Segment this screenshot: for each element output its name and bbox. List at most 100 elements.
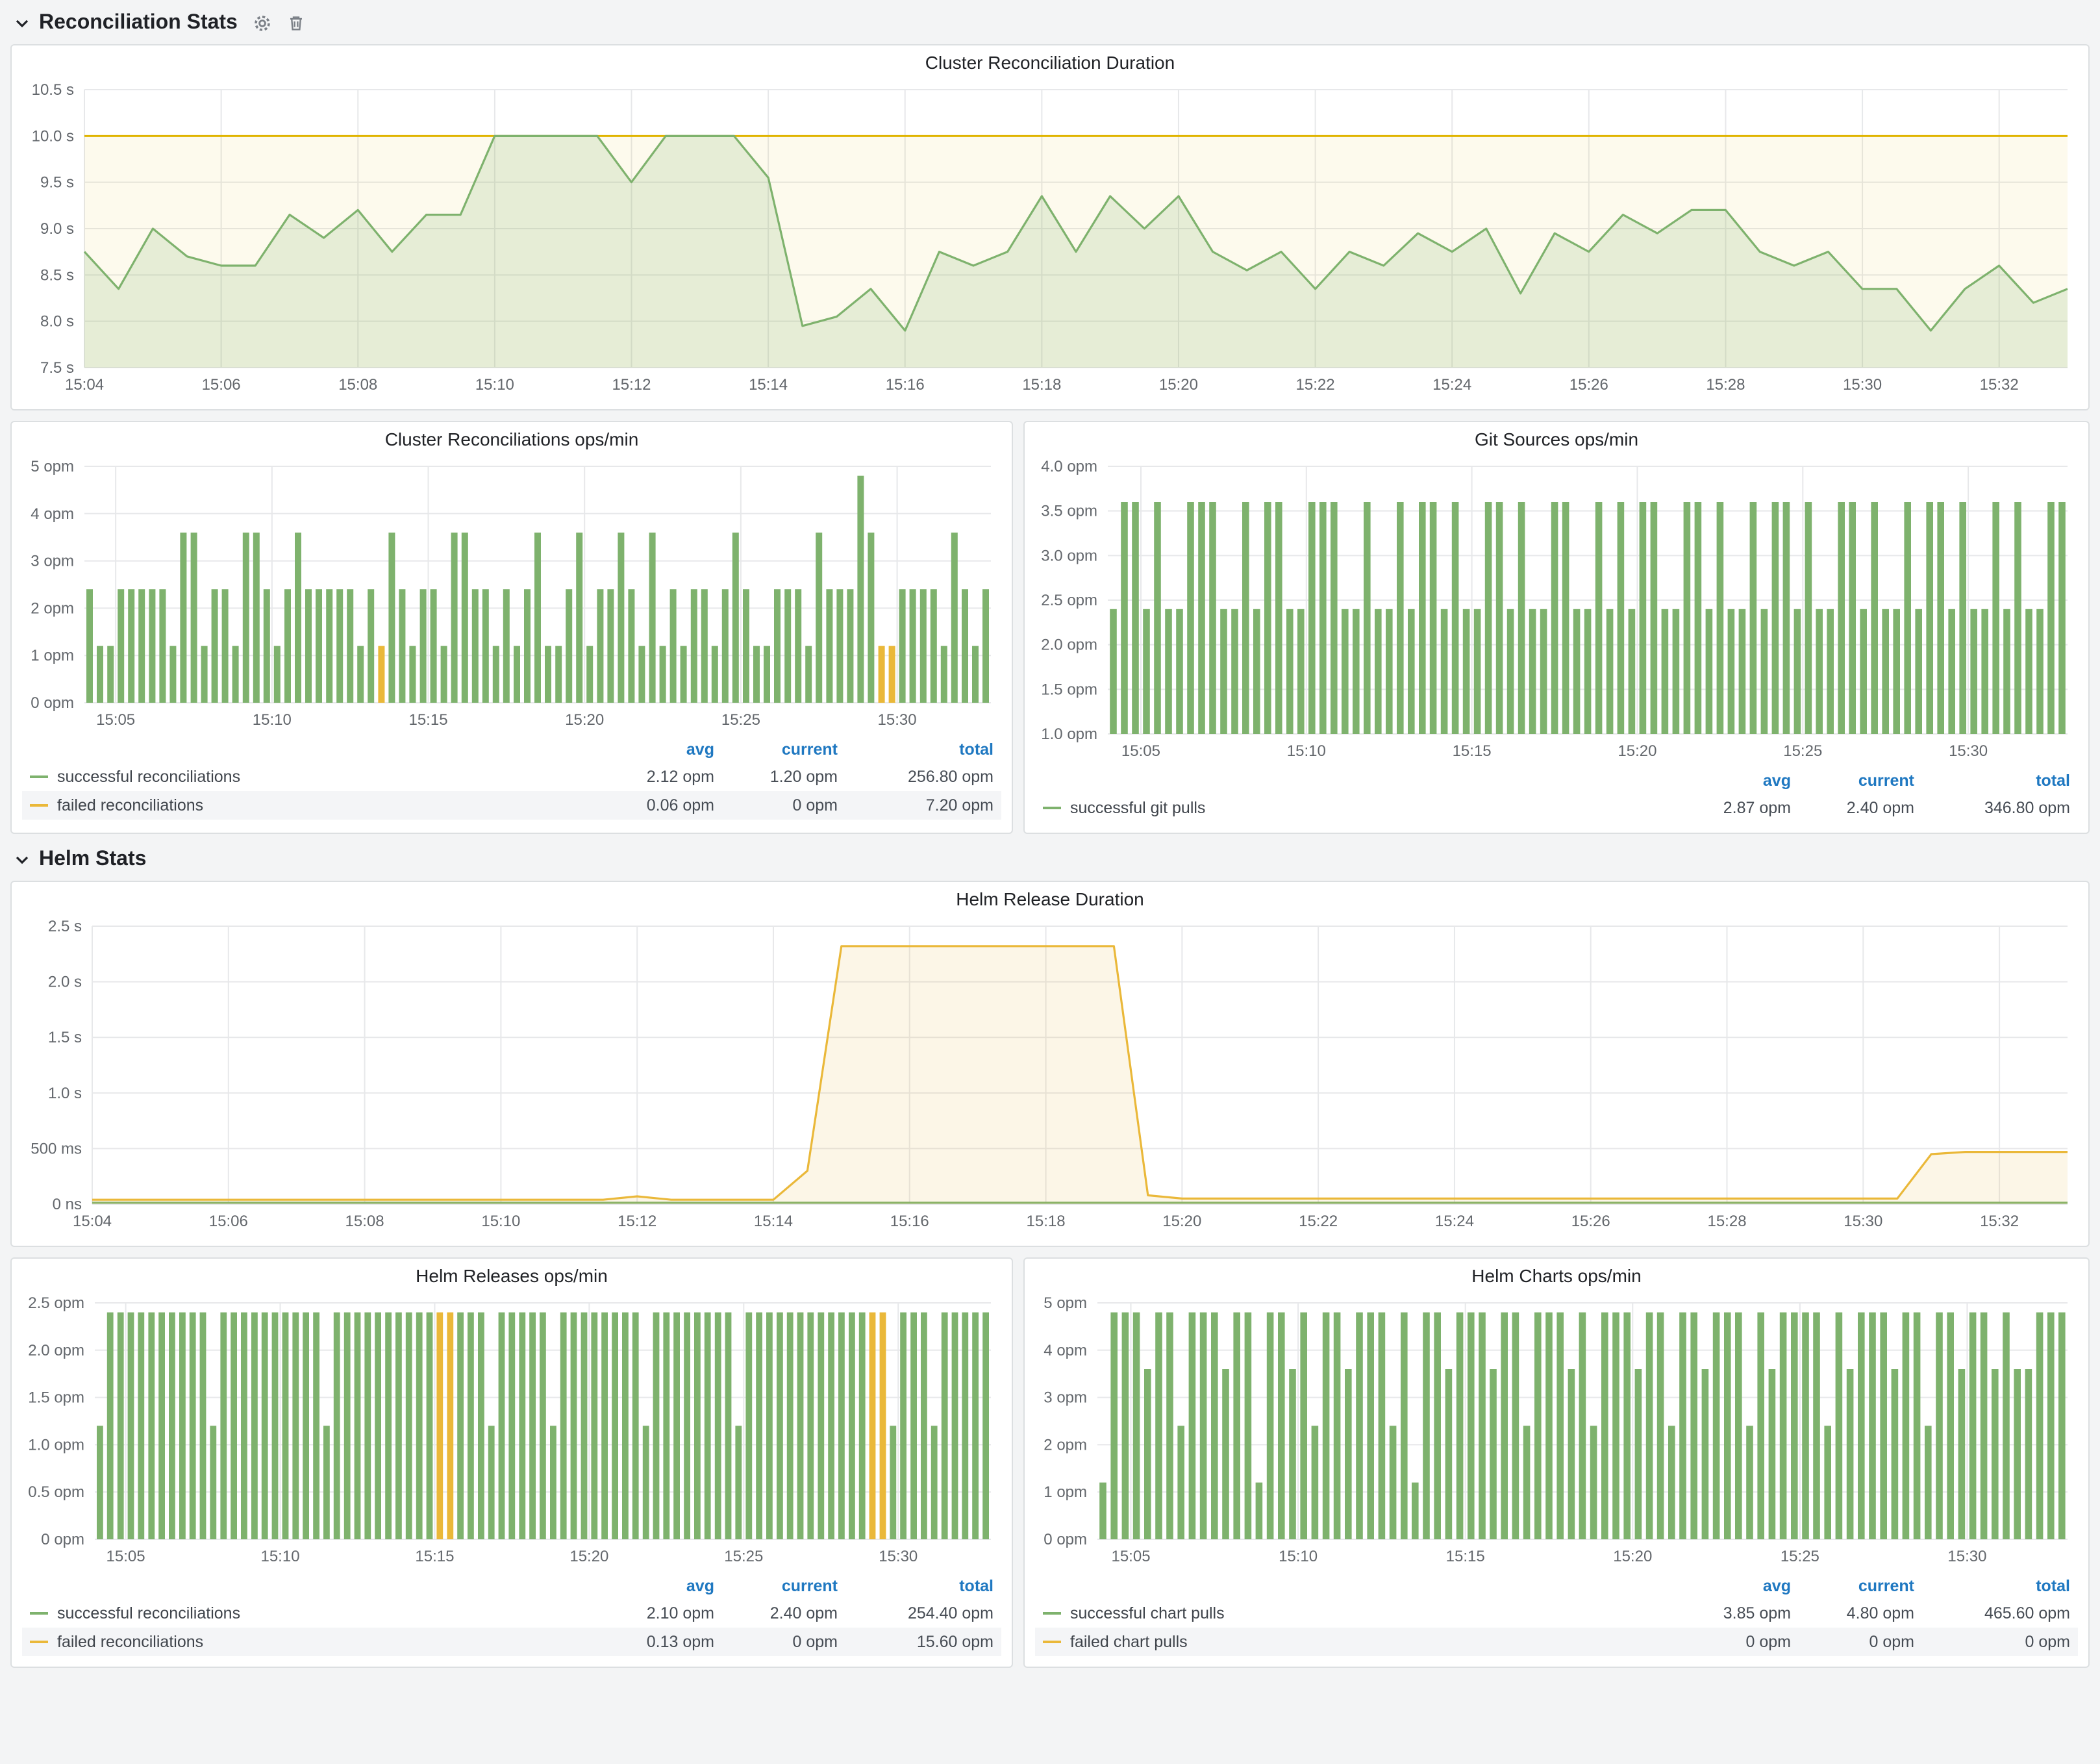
series-color-icon — [1043, 1641, 1061, 1643]
svg-text:4.0 opm: 4.0 opm — [1041, 458, 1097, 475]
svg-text:15:14: 15:14 — [749, 376, 788, 394]
svg-text:15:15: 15:15 — [1453, 742, 1492, 760]
legend-header-current[interactable]: current — [714, 1577, 838, 1595]
svg-text:1.5 opm: 1.5 opm — [28, 1389, 84, 1407]
legend-series-label: successful git pulls — [1070, 799, 1205, 817]
svg-text:2.5 opm: 2.5 opm — [28, 1294, 84, 1312]
svg-text:15:08: 15:08 — [338, 376, 377, 394]
svg-text:9.5 s: 9.5 s — [40, 174, 74, 192]
legend-current-value: 4.80 opm — [1791, 1604, 1914, 1622]
svg-text:15:26: 15:26 — [1571, 1213, 1610, 1230]
legend-total-value: 346.80 opm — [1914, 799, 2070, 817]
row-title[interactable]: Reconciliation Stats — [39, 12, 238, 35]
series-color-icon — [30, 1641, 48, 1643]
svg-text:15:25: 15:25 — [1781, 1548, 1819, 1565]
svg-text:15:16: 15:16 — [890, 1213, 929, 1230]
legend-row-failed-reconciliations: failed reconciliations 0.13 opm 0 opm 15… — [22, 1628, 1001, 1656]
panel-title-git-sources-ops[interactable]: Git Sources ops/min — [1035, 422, 2078, 456]
trash-icon — [287, 14, 305, 32]
svg-text:0 ns: 0 ns — [53, 1196, 82, 1213]
svg-text:15:30: 15:30 — [878, 711, 917, 729]
legend-header-current[interactable]: current — [714, 740, 838, 759]
legend-header-avg[interactable]: avg — [578, 740, 714, 759]
legend-header-avg[interactable]: avg — [1655, 772, 1791, 790]
legend-header-current[interactable]: current — [1791, 1577, 1914, 1595]
legend-header-total[interactable]: total — [838, 740, 994, 759]
legend-header-total[interactable]: total — [1914, 1577, 2070, 1595]
svg-text:15:30: 15:30 — [1844, 1213, 1882, 1230]
svg-text:15:04: 15:04 — [65, 376, 104, 394]
panel-title-helm-charts-ops[interactable]: Helm Charts ops/min — [1035, 1259, 2078, 1292]
legend-current-value: 2.40 opm — [1791, 799, 1914, 817]
svg-text:1 opm: 1 opm — [1044, 1483, 1087, 1501]
svg-text:15:10: 15:10 — [1279, 1548, 1318, 1565]
legend-series-toggle[interactable]: successful reconciliations — [30, 768, 578, 786]
legend-current-value: 0 opm — [714, 796, 838, 814]
grafana-dashboard: Reconciliation Stats Cluster Reconciliat… — [0, 0, 2100, 1764]
legend-header-avg[interactable]: avg — [1655, 1577, 1791, 1595]
chevron-down-icon — [13, 851, 31, 869]
git-sources-ops-chart[interactable]: 1.0 opm1.5 opm2.0 opm2.5 opm3.0 opm3.5 o… — [1035, 456, 2078, 765]
svg-text:8.0 s: 8.0 s — [40, 313, 74, 331]
legend-header-current[interactable]: current — [1791, 772, 1914, 790]
svg-text:15:20: 15:20 — [1618, 742, 1656, 760]
svg-text:15:30: 15:30 — [1947, 1548, 1986, 1565]
cluster-reconciliations-ops-chart[interactable]: 0 opm1 opm2 opm3 opm4 opm5 opm15:0515:10… — [22, 456, 1001, 734]
svg-text:2.0 s: 2.0 s — [48, 974, 82, 991]
helm-charts-ops-chart[interactable]: 0 opm1 opm2 opm3 opm4 opm5 opm15:0515:10… — [1035, 1292, 2078, 1570]
svg-text:4 opm: 4 opm — [1044, 1342, 1087, 1359]
svg-text:15:32: 15:32 — [1980, 1213, 2019, 1230]
legend-series-toggle[interactable]: failed chart pulls — [1043, 1633, 1655, 1651]
panel-title-cluster-reconciliations-ops[interactable]: Cluster Reconciliations ops/min — [22, 422, 1001, 456]
legend-series-toggle[interactable]: successful git pulls — [1043, 799, 1655, 817]
svg-text:15:20: 15:20 — [565, 711, 604, 729]
row-header-reconciliation-stats[interactable]: Reconciliation Stats — [10, 5, 2090, 42]
legend-total-value: 7.20 opm — [838, 796, 994, 814]
svg-text:1.0 opm: 1.0 opm — [1041, 725, 1097, 743]
svg-text:15:15: 15:15 — [415, 1548, 454, 1565]
panel-title-cluster-reconciliation-duration[interactable]: Cluster Reconciliation Duration — [22, 45, 2078, 79]
svg-text:15:22: 15:22 — [1296, 376, 1335, 394]
legend-series-toggle[interactable]: failed reconciliations — [30, 796, 578, 814]
svg-text:2.5 s: 2.5 s — [48, 918, 82, 935]
legend-header-total[interactable]: total — [838, 1577, 994, 1595]
legend-row-failed-chart-pulls: failed chart pulls 0 opm 0 opm 0 opm — [1035, 1628, 2078, 1656]
legend-series-label: failed chart pulls — [1070, 1633, 1188, 1651]
row-settings-icon[interactable] — [253, 14, 271, 32]
svg-text:15:30: 15:30 — [1843, 376, 1882, 394]
svg-text:15:25: 15:25 — [724, 1548, 763, 1565]
legend-helm-releases: avg current total successful reconciliat… — [22, 1573, 1001, 1656]
helm-releases-ops-chart[interactable]: 0 opm0.5 opm1.0 opm1.5 opm2.0 opm2.5 opm… — [22, 1292, 1001, 1570]
svg-text:15:25: 15:25 — [1783, 742, 1822, 760]
legend-header-avg[interactable]: avg — [578, 1577, 714, 1595]
series-color-icon — [1043, 807, 1061, 809]
legend-avg-value: 2.10 opm — [578, 1604, 714, 1622]
legend-header-total[interactable]: total — [1914, 772, 2070, 790]
svg-text:1.0 s: 1.0 s — [48, 1085, 82, 1102]
row-delete-icon[interactable] — [287, 14, 305, 32]
legend-row-successful-git-pulls: successful git pulls 2.87 opm 2.40 opm 3… — [1035, 794, 2078, 822]
legend-git-sources: avg current total successful git pulls 2… — [1035, 768, 2078, 822]
svg-text:15:05: 15:05 — [1111, 1548, 1150, 1565]
legend-header: avg current total — [1035, 1573, 2078, 1599]
legend-series-toggle[interactable]: successful reconciliations — [30, 1604, 578, 1622]
panel-title-helm-releases-ops[interactable]: Helm Releases ops/min — [22, 1259, 1001, 1292]
panel-git-sources-ops: Git Sources ops/min 1.0 opm1.5 opm2.0 op… — [1023, 421, 2090, 834]
row-title[interactable]: Helm Stats — [39, 848, 146, 872]
svg-text:15:22: 15:22 — [1299, 1213, 1338, 1230]
legend-series-toggle[interactable]: failed reconciliations — [30, 1633, 578, 1651]
legend-avg-value: 2.12 opm — [578, 768, 714, 786]
svg-text:2 opm: 2 opm — [1044, 1436, 1087, 1454]
svg-text:15:32: 15:32 — [1980, 376, 2019, 394]
svg-text:0 opm: 0 opm — [1044, 1531, 1087, 1548]
svg-text:15:30: 15:30 — [1949, 742, 1988, 760]
helm-release-duration-chart[interactable]: 0 ns500 ms1.0 s1.5 s2.0 s2.5 s15:0415:06… — [22, 916, 2078, 1235]
legend-avg-value: 0.13 opm — [578, 1633, 714, 1651]
row-header-helm-stats[interactable]: Helm Stats — [10, 842, 2090, 878]
svg-text:15:05: 15:05 — [1121, 742, 1160, 760]
legend-current-value: 2.40 opm — [714, 1604, 838, 1622]
legend-series-label: failed reconciliations — [57, 1633, 203, 1651]
panel-title-helm-release-duration[interactable]: Helm Release Duration — [22, 882, 2078, 916]
legend-series-toggle[interactable]: successful chart pulls — [1043, 1604, 1655, 1622]
cluster-reconciliation-duration-chart[interactable]: 7.5 s8.0 s8.5 s9.0 s9.5 s10.0 s10.5 s15:… — [22, 79, 2078, 399]
